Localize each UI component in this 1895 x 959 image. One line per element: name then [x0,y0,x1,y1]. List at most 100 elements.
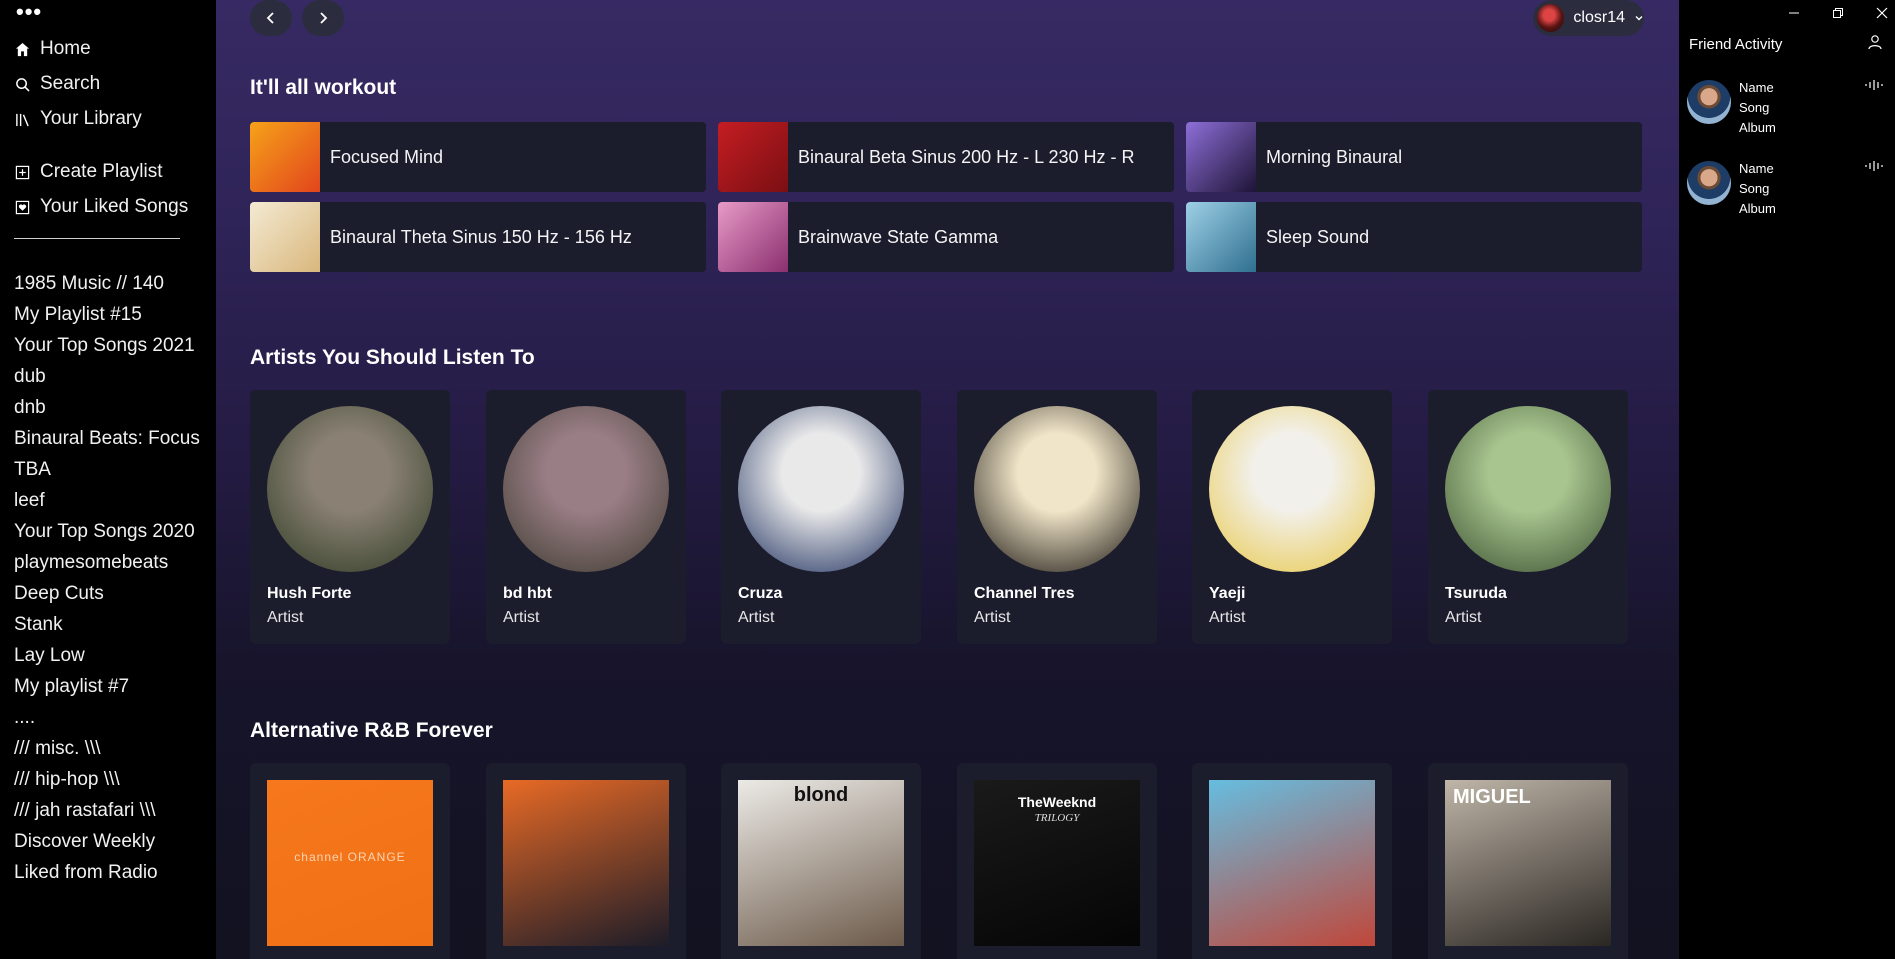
playlist-item[interactable]: Deep Cuts [14,582,104,606]
workout-card[interactable]: Sleep Sound [1186,202,1642,272]
friend-avatar [1687,80,1731,124]
friend-activity-item[interactable]: Name Song Album [1687,80,1887,140]
artist-card[interactable]: Channel Tres Artist [957,390,1157,644]
workout-card[interactable]: Morning Binaural [1186,122,1642,192]
now-playing-icon [1865,80,1883,90]
workout-card-title: Sleep Sound [1266,226,1370,247]
minimize-icon [1789,12,1799,14]
add-friend-icon[interactable] [1867,34,1883,50]
close-window-button[interactable] [1871,2,1893,24]
artist-card[interactable]: Yaeji Artist [1192,390,1392,644]
playlist-item[interactable]: Your Top Songs 2020 [14,520,195,544]
plus-square-icon [14,164,30,180]
album-cover-image: channel ORANGE [267,780,433,946]
playlist-item[interactable]: TBA [14,458,51,482]
playlist-item[interactable]: leef [14,489,45,513]
avatar [1537,4,1565,32]
album-card[interactable]: MIGUEL [1428,763,1628,959]
playlist-item[interactable]: playmesomebeats [14,551,168,575]
album-card[interactable]: channel ORANGE [250,763,450,959]
album-card[interactable]: blond [721,763,921,959]
friend-album: Album [1739,120,1776,135]
album-card[interactable] [1192,763,1392,959]
minimize-window-button[interactable] [1783,2,1805,24]
artist-image [974,406,1140,572]
artist-name: Hush Forte [267,585,352,602]
friend-activity-panel: Friend Activity Name Song Album Name Song Alb… [1679,0,1895,959]
nav-home[interactable]: Home [14,35,91,63]
playlist-item[interactable]: dnb [14,396,46,420]
playlist-item[interactable]: Your Top Songs 2021 [14,334,195,358]
sidebar: ••• Home Search Your Library Create Play… [0,0,216,959]
playlist-cover-image [1186,122,1256,192]
artist-subtitle: Artist [267,609,304,626]
nav-library-label: Your Library [40,108,142,129]
playlist-item[interactable]: My playlist #7 [14,675,129,699]
playlist-item[interactable]: /// misc. \\\ [14,737,101,761]
nav-search-label: Search [40,73,101,94]
playlist-cover-image [1186,202,1256,272]
workout-card-title: Morning Binaural [1266,146,1403,167]
playlist-item[interactable]: Discover Weekly [14,830,155,854]
playlist-item[interactable]: Lay Low [14,644,85,668]
restore-window-button[interactable] [1827,2,1849,24]
artist-subtitle: Artist [1209,609,1246,626]
album-cover-text: channel ORANGE [294,850,406,864]
playlist-cover-image [250,122,320,192]
playlist-item[interactable]: dub [14,365,46,389]
close-icon [1876,7,1888,19]
create-playlist-label: Create Playlist [40,161,163,182]
workout-card[interactable]: Brainwave State Gamma [718,202,1174,272]
artist-card[interactable]: Hush Forte Artist [250,390,450,644]
workout-card-title: Focused Mind [330,146,444,167]
album-cover-text: TheWeeknd [1017,794,1097,810]
playlist-item[interactable]: .... [14,706,35,730]
create-playlist-button[interactable]: Create Playlist [14,158,163,186]
friend-album: Album [1739,201,1776,216]
friend-name: Name [1739,80,1774,95]
liked-songs-button[interactable]: Your Liked Songs [14,193,188,221]
workout-card[interactable]: Binaural Beta Sinus 200 Hz - L 230 Hz - … [718,122,1174,192]
nav-home-label: Home [40,38,91,59]
friend-song: Song [1739,100,1770,115]
playlist-cover-image [250,202,320,272]
artist-image [1209,406,1375,572]
album-cover-image: blond [738,780,904,946]
playlist-item[interactable]: 1985 Music // 140 [14,272,164,296]
now-playing-icon [1865,161,1883,171]
nav-search[interactable]: Search [14,70,100,98]
friend-name: Name [1739,161,1774,176]
chevron-left-icon [266,12,274,24]
album-cover-image: TheWeeknd TRILOGY [974,780,1140,946]
playlist-item[interactable]: Liked from Radio [14,861,158,885]
section-title-albums: Alternative R&B Forever [250,719,493,742]
chevron-right-icon [320,12,328,24]
artist-name: bd hbt [503,585,552,602]
playlist-item[interactable]: My Playlist #15 [14,303,142,327]
artist-image [503,406,669,572]
album-cover-image [1209,780,1375,946]
search-icon [14,76,30,92]
artist-card[interactable]: Cruza Artist [721,390,921,644]
artist-card[interactable]: Tsuruda Artist [1428,390,1628,644]
album-card[interactable]: TheWeeknd TRILOGY [957,763,1157,959]
restore-icon [1833,8,1843,18]
playlist-item[interactable]: Stank [14,613,63,637]
user-menu-button[interactable]: closr14 [1533,0,1644,36]
section-title-artists: Artists You Should Listen To [250,346,535,369]
artist-card[interactable]: bd hbt Artist [486,390,686,644]
workout-card[interactable]: Focused Mind [250,122,706,192]
album-card[interactable] [486,763,686,959]
menu-dots-button[interactable]: ••• [16,1,42,23]
friend-avatar [1687,161,1731,205]
workout-card[interactable]: Binaural Theta Sinus 150 Hz - 156 Hz [250,202,706,272]
friend-activity-item[interactable]: Name Song Album [1687,161,1887,221]
nav-library[interactable]: Your Library [14,105,142,133]
playlist-item[interactable]: /// jah rastafari \\\ [14,799,156,823]
playlist-item[interactable]: Binaural Beats: Focus [14,427,200,451]
forward-button[interactable] [302,0,344,36]
back-button[interactable] [250,0,292,36]
workout-card-title: Brainwave State Gamma [798,226,999,247]
playlist-item[interactable]: /// hip-hop \\\ [14,768,120,792]
album-cover-image [503,780,669,946]
